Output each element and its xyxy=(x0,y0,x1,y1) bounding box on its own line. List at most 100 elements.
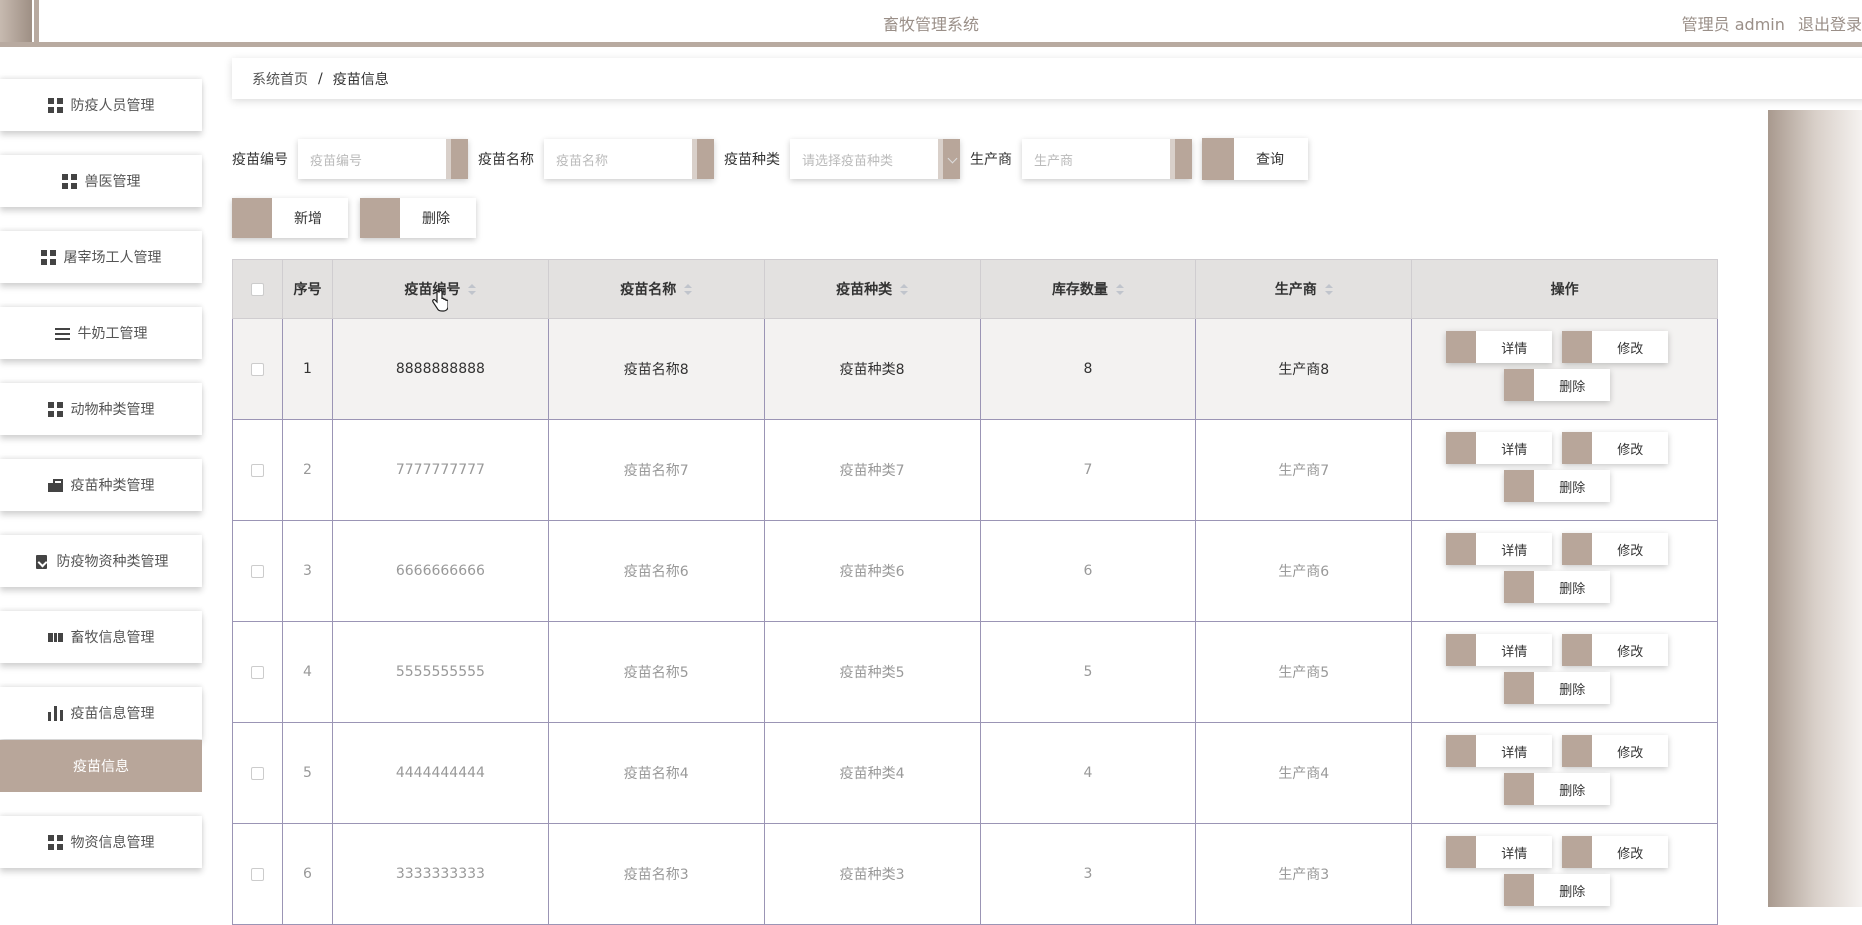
row-checkbox[interactable] xyxy=(250,665,264,679)
cell-code: 8888888888 xyxy=(331,318,549,420)
cell-code: 3333333333 xyxy=(331,823,549,925)
ops-group: 详情 修改删除 xyxy=(1412,319,1717,419)
cell-index: 2 xyxy=(281,419,333,521)
sidebar-item-animal-type[interactable]: 动物种类管理 xyxy=(0,383,202,435)
row-checkbox[interactable] xyxy=(250,362,264,376)
cell-ops: 详情 修改删除 xyxy=(1411,621,1718,723)
edit-button[interactable]: 修改 xyxy=(1562,634,1669,666)
edit-button[interactable]: 修改 xyxy=(1562,432,1669,464)
sort-icon[interactable] xyxy=(900,284,909,296)
button-accent xyxy=(1446,533,1477,565)
sort-icon[interactable] xyxy=(1324,284,1333,296)
button-accent xyxy=(1504,470,1535,502)
row-checkbox[interactable] xyxy=(250,867,264,881)
edit-button[interactable]: 修改 xyxy=(1562,533,1669,565)
cell-ops: 详情 修改删除 xyxy=(1411,419,1718,521)
detail-button[interactable]: 详情 xyxy=(1446,331,1553,363)
breadcrumb-home[interactable]: 系统首页 xyxy=(252,69,308,89)
row-select-cell[interactable] xyxy=(232,520,283,622)
row-checkbox[interactable] xyxy=(250,463,264,477)
sort-icon[interactable] xyxy=(468,284,477,296)
cell-stock: 8 xyxy=(979,318,1197,420)
delete-button[interactable]: 删除 xyxy=(1504,773,1611,805)
detail-button[interactable]: 详情 xyxy=(1446,634,1553,666)
delete-label: 删除 xyxy=(1559,480,1586,496)
delete-button[interactable]: 删除 xyxy=(1504,672,1611,704)
button-accent xyxy=(1446,432,1477,464)
sort-icon[interactable] xyxy=(1115,284,1124,296)
sort-icon[interactable] xyxy=(684,284,693,296)
table-row: 4 5555555555 疫苗名称5 疫苗种类5 5 生产商5 详情 修改 删除 xyxy=(232,621,1718,723)
sidebar-item-milkman[interactable]: 牛奶工管理 xyxy=(0,307,202,359)
row-select-cell[interactable] xyxy=(232,722,283,824)
button-accent xyxy=(1504,672,1535,704)
edit-button[interactable]: 修改 xyxy=(1562,836,1669,868)
type-select[interactable]: 请选择疫苗种类 xyxy=(790,139,960,179)
edit-button[interactable]: 修改 xyxy=(1562,331,1669,363)
sidebar-subitem-vaccine-info[interactable]: 疫苗信息 xyxy=(0,740,202,792)
row-checkbox[interactable] xyxy=(250,766,264,780)
sidebar-item-supply-type[interactable]: 防疫物资种类管理 xyxy=(0,535,202,587)
row-select-cell[interactable] xyxy=(232,823,283,925)
sidebar-item-label: 牛奶工管理 xyxy=(77,326,148,342)
table-row: 3 6666666666 疫苗名称6 疫苗种类6 6 生产商6 详情 修改 删除 xyxy=(232,520,1718,622)
detail-label: 详情 xyxy=(1501,644,1528,660)
sidebar-item-vaccine-type[interactable]: 疫苗种类管理 xyxy=(0,459,202,511)
button-accent xyxy=(1562,735,1593,767)
button-accent xyxy=(1562,432,1593,464)
sidebar-item-supply-info[interactable]: 物资信息管理 xyxy=(0,816,202,868)
button-accent xyxy=(1446,836,1477,868)
bulk-delete-button[interactable]: 删除 xyxy=(360,198,476,238)
sidebar-item-label: 疫苗种类管理 xyxy=(70,478,155,494)
code-input[interactable]: 疫苗编号 xyxy=(298,139,468,179)
cell-stock: 3 xyxy=(979,823,1197,925)
code-placeholder: 疫苗编号 xyxy=(310,153,363,169)
sidebar-item-label: 防疫人员管理 xyxy=(70,98,155,114)
grid-icon xyxy=(47,401,63,417)
sidebar-item-epidemic-staff[interactable]: 防疫人员管理 xyxy=(0,79,202,131)
row-select-cell[interactable] xyxy=(232,318,283,420)
detail-button[interactable]: 详情 xyxy=(1446,432,1553,464)
sidebar-item-slaughter-worker[interactable]: 屠宰场工人管理 xyxy=(0,231,202,283)
cell-index: 3 xyxy=(281,520,333,622)
cell-type: 疫苗种类8 xyxy=(763,318,981,420)
search-bar: 疫苗编号 疫苗编号 疫苗名称 疫苗名称 疫苗种类 请选择疫苗种类 生产商 生产商… xyxy=(232,138,1308,180)
edit-button[interactable]: 修改 xyxy=(1562,735,1669,767)
select-all-checkbox[interactable] xyxy=(250,282,264,296)
detail-button[interactable]: 详情 xyxy=(1446,533,1553,565)
detail-label: 详情 xyxy=(1501,543,1528,559)
ops-group: 详情 修改删除 xyxy=(1412,723,1717,823)
button-accent xyxy=(1504,874,1535,906)
detail-button[interactable]: 详情 xyxy=(1446,836,1553,868)
row-select-cell[interactable] xyxy=(232,419,283,521)
app-title: 畜牧管理系统 xyxy=(882,15,979,34)
delete-button[interactable]: 删除 xyxy=(1504,369,1611,401)
maker-input[interactable]: 生产商 xyxy=(1022,139,1192,179)
query-button[interactable]: 查询 xyxy=(1202,138,1308,180)
sidebar-item-livestock-info[interactable]: 畜牧信息管理 xyxy=(0,611,202,663)
col-name[interactable]: 疫苗名称 xyxy=(547,259,765,319)
edit-label: 修改 xyxy=(1617,543,1644,559)
col-maker[interactable]: 生产商 xyxy=(1195,259,1413,319)
row-checkbox[interactable] xyxy=(250,564,264,578)
detail-button[interactable]: 详情 xyxy=(1446,735,1553,767)
add-button[interactable]: 新增 xyxy=(232,198,348,238)
cell-index: 6 xyxy=(281,823,333,925)
table-row: 1 8888888888 疫苗名称8 疫苗种类8 8 生产商8 详情 修改 删除 xyxy=(232,318,1718,420)
col-stock[interactable]: 库存数量 xyxy=(979,259,1197,319)
breadcrumb-current: 疫苗信息 xyxy=(332,71,389,88)
cell-index: 4 xyxy=(281,621,333,723)
delete-button[interactable]: 删除 xyxy=(1504,874,1611,906)
select-all-cell[interactable] xyxy=(232,259,283,319)
detail-label: 详情 xyxy=(1501,745,1528,761)
sidebar-item-vet[interactable]: 兽医管理 xyxy=(0,155,202,207)
delete-button[interactable]: 删除 xyxy=(1504,571,1611,603)
row-select-cell[interactable] xyxy=(232,621,283,723)
delete-button[interactable]: 删除 xyxy=(1504,470,1611,502)
logout-link[interactable]: 退出登录 xyxy=(1798,15,1862,34)
sidebar-item-vaccine-info[interactable]: 疫苗信息管理 xyxy=(0,687,202,739)
col-type[interactable]: 疫苗种类 xyxy=(763,259,981,319)
name-input[interactable]: 疫苗名称 xyxy=(544,139,714,179)
table-row: 5 4444444444 疫苗名称4 疫苗种类4 4 生产商4 详情 修改 删除 xyxy=(232,722,1718,824)
cell-ops: 详情 修改删除 xyxy=(1411,722,1718,824)
